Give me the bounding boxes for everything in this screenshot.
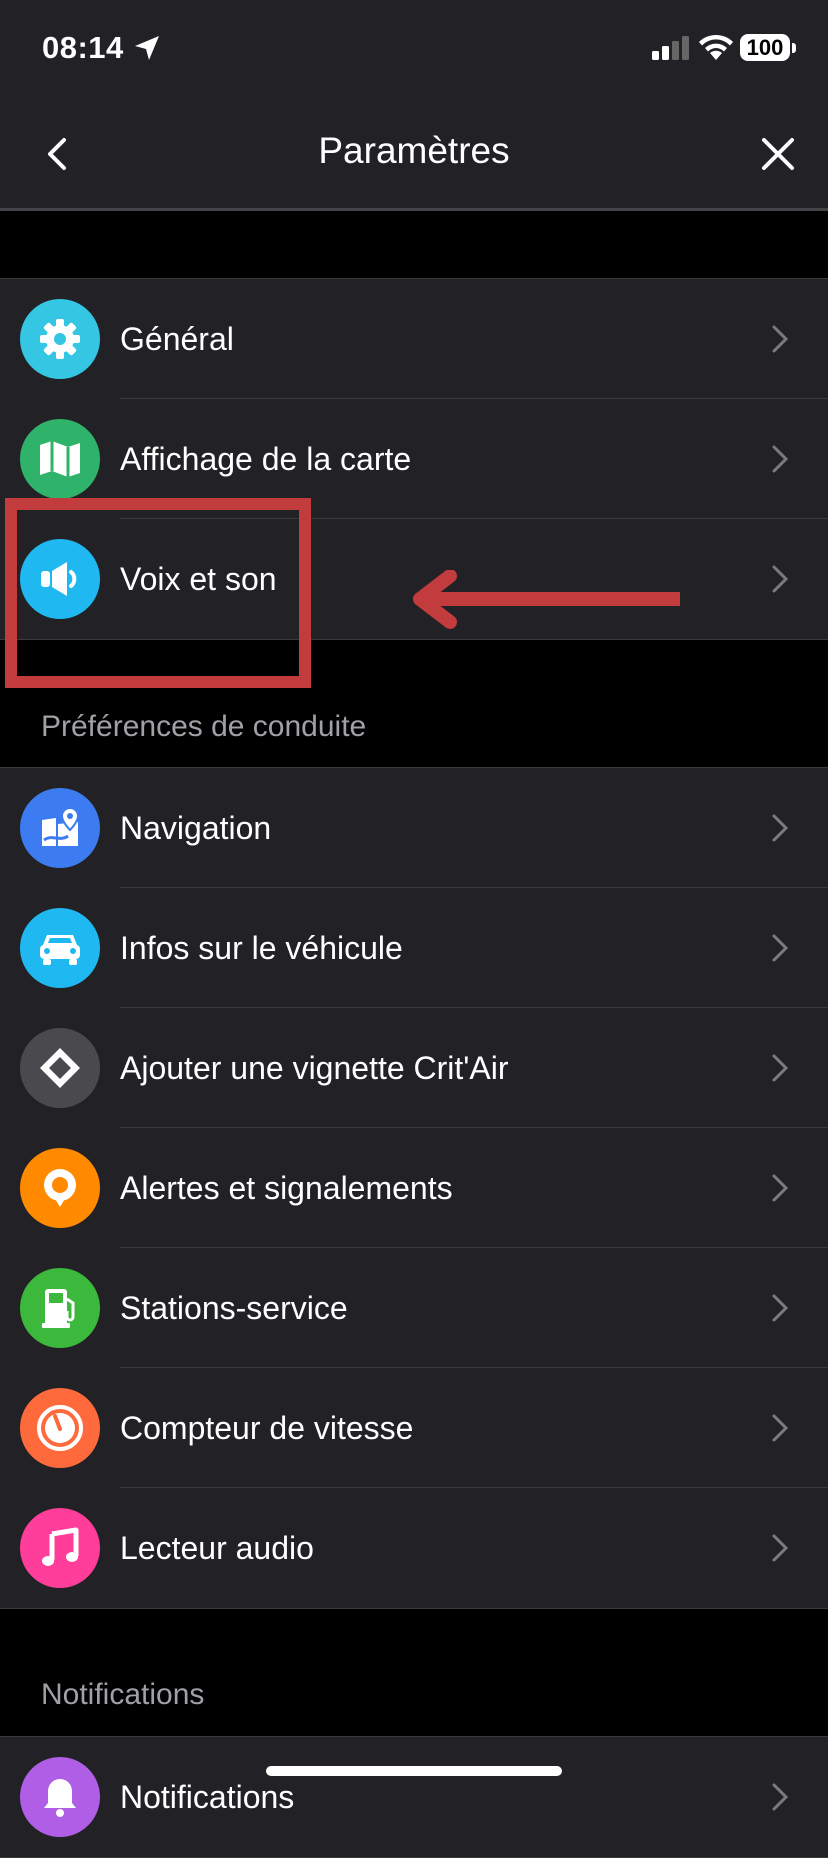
wifi-icon <box>699 34 733 60</box>
settings-row-label: Notifications <box>120 1779 295 1815</box>
cellular-signal-icon <box>652 36 689 60</box>
navigation-bar: Paramètres <box>0 100 828 211</box>
bell-icon <box>20 1757 100 1837</box>
chevron-right-icon <box>772 1174 789 1202</box>
settings-row-notifications[interactable]: Notifications <box>0 1737 828 1857</box>
speedometer-icon <box>20 1388 100 1468</box>
music-note-icon <box>20 1508 100 1588</box>
settings-row-label: Lecteur audio <box>120 1530 314 1566</box>
annotation-arrow-icon <box>413 570 680 629</box>
map-icon <box>20 419 100 499</box>
battery-indicator: 100 <box>740 34 790 61</box>
fuel-pump-icon <box>20 1268 100 1348</box>
chevron-right-icon <box>772 1054 789 1082</box>
settings-row-speedometer[interactable]: Compteur de vitesse <box>0 1368 828 1488</box>
battery-level: 100 <box>746 35 784 60</box>
alert-pin-icon <box>20 1148 100 1228</box>
chevron-right-icon <box>772 1414 789 1442</box>
section-header-notifications: Notifications <box>41 1678 205 1711</box>
page-title: Paramètres <box>318 130 510 171</box>
diamond-icon <box>20 1028 100 1108</box>
annotation-highlight-box <box>5 498 311 688</box>
battery-nub <box>792 43 796 53</box>
gear-icon <box>20 299 100 379</box>
status-bar: 08:14 100 <box>0 0 828 100</box>
settings-row-label: Navigation <box>120 810 272 846</box>
settings-row-vehicle-info[interactable]: Infos sur le véhicule <box>0 888 828 1008</box>
settings-row-label: Alertes et signalements <box>120 1170 453 1206</box>
chevron-right-icon <box>772 1294 789 1322</box>
chevron-right-icon <box>772 814 789 842</box>
status-time: 08:14 <box>42 30 124 65</box>
chevron-right-icon <box>772 325 789 353</box>
chevron-right-icon <box>772 565 789 593</box>
settings-row-label: Ajouter une vignette Crit'Air <box>120 1050 509 1086</box>
location-arrow-icon <box>135 36 159 60</box>
settings-row-label: Infos sur le véhicule <box>120 930 403 966</box>
chevron-right-icon <box>772 1783 789 1811</box>
chevron-right-icon <box>772 445 789 473</box>
car-icon <box>20 908 100 988</box>
settings-row-critair[interactable]: Ajouter une vignette Crit'Air <box>0 1008 828 1128</box>
close-icon[interactable] <box>756 132 800 176</box>
settings-row-alerts[interactable]: Alertes et signalements <box>0 1128 828 1248</box>
chevron-right-icon <box>772 1534 789 1562</box>
settings-row-navigation[interactable]: Navigation <box>0 768 828 888</box>
settings-row-label: Général <box>120 321 234 357</box>
settings-row-general[interactable]: Général <box>0 279 828 399</box>
settings-group-driving: Navigation Infos sur le véhicule Ajouter… <box>0 767 828 1609</box>
home-indicator[interactable] <box>266 1766 562 1776</box>
settings-row-label: Compteur de vitesse <box>120 1410 414 1446</box>
section-header-driving-preferences: Préférences de conduite <box>41 710 367 743</box>
chevron-right-icon <box>772 934 789 962</box>
navigation-map-icon <box>20 788 100 868</box>
settings-group-notifications: Notifications <box>0 1736 828 1858</box>
settings-row-audio-player[interactable]: Lecteur audio <box>0 1488 828 1608</box>
settings-row-fuel-stations[interactable]: Stations-service <box>0 1248 828 1368</box>
settings-row-label: Stations-service <box>120 1290 348 1326</box>
